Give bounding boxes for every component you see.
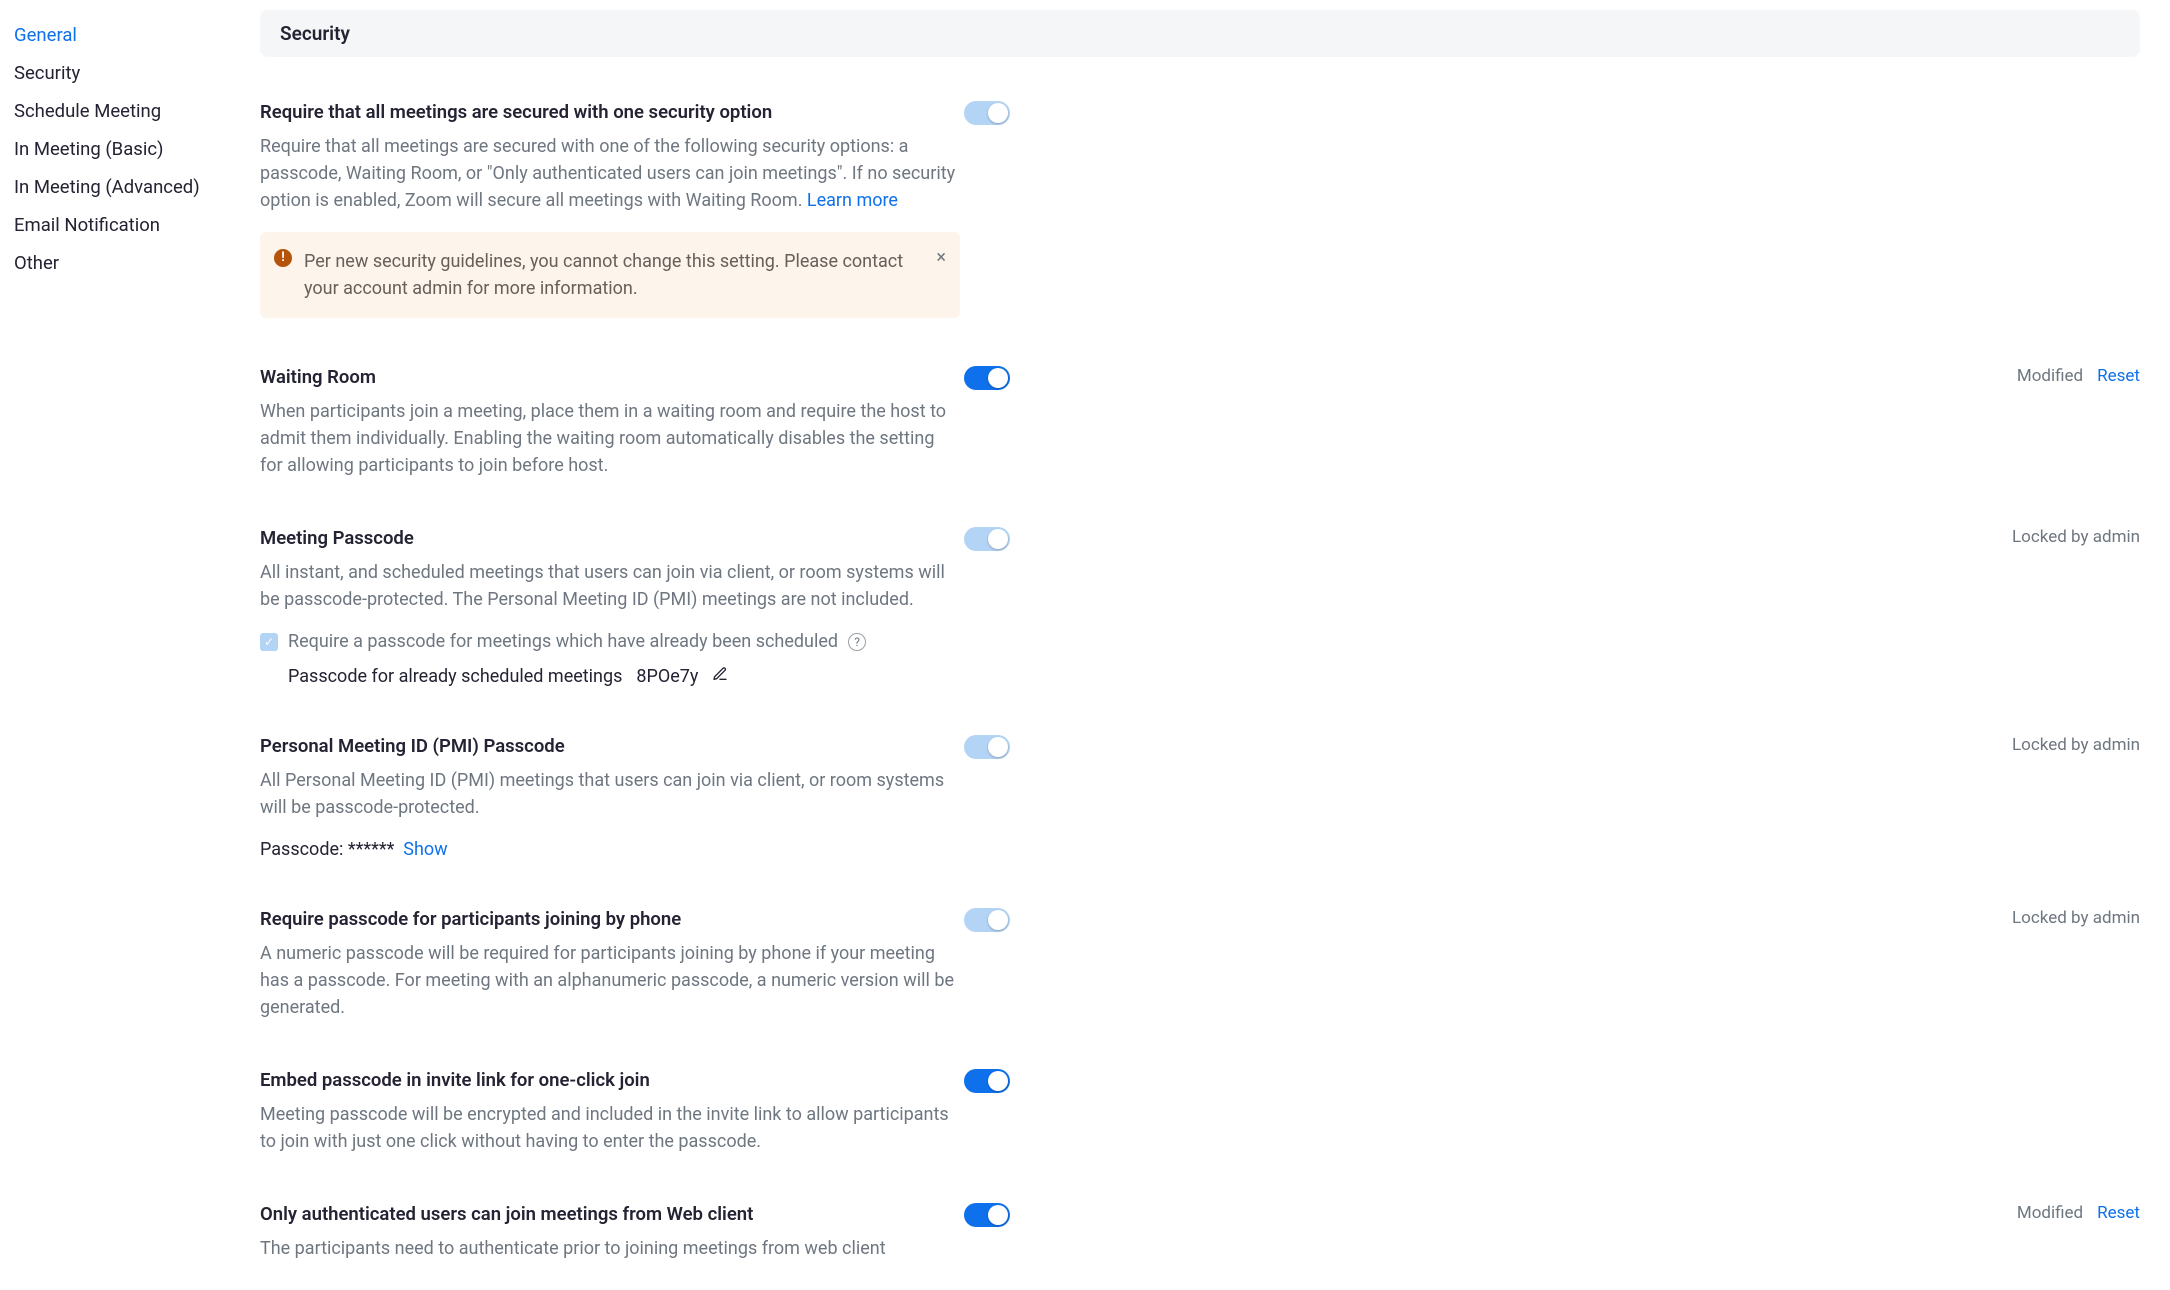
toggle-pmi-passcode: [964, 735, 1010, 759]
security-notice: ! Per new security guidelines, you canno…: [260, 232, 960, 318]
show-passcode-link[interactable]: Show: [403, 839, 447, 860]
learn-more-link[interactable]: Learn more: [807, 190, 898, 211]
setting-desc: When participants join a meeting, place …: [260, 398, 960, 479]
sidebar-item-security[interactable]: Security: [10, 54, 250, 92]
setting-auth-web: Only authenticated users can join meetin…: [260, 1183, 2140, 1290]
notice-text: Per new security guidelines, you cannot …: [304, 251, 903, 299]
toggle-waiting-room[interactable]: [964, 366, 1010, 390]
sidebar-item-email-notification[interactable]: Email Notification: [10, 206, 250, 244]
modified-label: Modified: [2017, 366, 2083, 386]
existing-passcode-value: 8POe7y: [636, 666, 698, 687]
sidebar-item-in-meeting-basic[interactable]: In Meeting (Basic): [10, 130, 250, 168]
reset-link[interactable]: Reset: [2097, 366, 2140, 386]
setting-desc: Meeting passcode will be encrypted and i…: [260, 1101, 960, 1155]
checkbox-icon: ✓: [260, 633, 278, 651]
setting-desc: All instant, and scheduled meetings that…: [260, 559, 960, 613]
toggle-meeting-passcode: [964, 527, 1010, 551]
existing-passcode-label: Passcode for already scheduled meetings: [288, 666, 622, 687]
locked-label: Locked by admin: [2012, 527, 2140, 547]
setting-title: Waiting Room: [260, 366, 960, 388]
setting-title: Embed passcode in invite link for one-cl…: [260, 1069, 960, 1091]
setting-title: Only authenticated users can join meetin…: [260, 1203, 960, 1225]
sub-option-require-existing-passcode: ✓ Require a passcode for meetings which …: [260, 631, 960, 652]
modified-label: Modified: [2017, 1203, 2083, 1223]
setting-title: Require that all meetings are secured wi…: [260, 101, 960, 123]
setting-desc: The participants need to authenticate pr…: [260, 1235, 960, 1262]
sidebar-item-in-meeting-advanced[interactable]: In Meeting (Advanced): [10, 168, 250, 206]
setting-desc: Require that all meetings are secured wi…: [260, 133, 960, 214]
sidebar-item-schedule-meeting[interactable]: Schedule Meeting: [10, 92, 250, 130]
settings-main: Security Require that all meetings are s…: [260, 0, 2170, 1290]
warning-icon: !: [274, 249, 292, 267]
setting-desc: A numeric passcode will be required for …: [260, 940, 960, 1021]
pmi-passcode-masked: ******: [348, 839, 395, 860]
setting-meeting-passcode: Meeting Passcode All instant, and schedu…: [260, 507, 2140, 715]
sub-option-label: Require a passcode for meetings which ha…: [288, 631, 838, 652]
setting-title: Meeting Passcode: [260, 527, 960, 549]
toggle-phone-passcode: [964, 908, 1010, 932]
pmi-passcode-label: Passcode:: [260, 839, 348, 860]
setting-embed-passcode: Embed passcode in invite link for one-cl…: [260, 1049, 2140, 1183]
setting-require-security: Require that all meetings are secured wi…: [260, 81, 2140, 346]
setting-desc: All Personal Meeting ID (PMI) meetings t…: [260, 767, 960, 821]
sidebar-item-other[interactable]: Other: [10, 244, 250, 282]
existing-passcode-row: Passcode for already scheduled meetings …: [260, 666, 960, 687]
setting-phone-passcode: Require passcode for participants joinin…: [260, 888, 2140, 1049]
toggle-require-security: [964, 101, 1010, 125]
section-header-security: Security: [260, 10, 2140, 57]
edit-icon[interactable]: [712, 666, 728, 687]
setting-waiting-room: Waiting Room When participants join a me…: [260, 346, 2140, 507]
reset-link[interactable]: Reset: [2097, 1203, 2140, 1223]
sidebar-item-general[interactable]: General: [10, 16, 250, 54]
toggle-auth-web[interactable]: [964, 1203, 1010, 1227]
setting-pmi-passcode: Personal Meeting ID (PMI) Passcode All P…: [260, 715, 2140, 888]
close-icon[interactable]: ×: [936, 244, 946, 271]
toggle-embed-passcode[interactable]: [964, 1069, 1010, 1093]
setting-title: Personal Meeting ID (PMI) Passcode: [260, 735, 960, 757]
help-icon[interactable]: ?: [848, 633, 866, 651]
setting-title: Require passcode for participants joinin…: [260, 908, 960, 930]
settings-sidebar: General Security Schedule Meeting In Mee…: [0, 0, 260, 1290]
pmi-passcode-row: Passcode: ****** Show: [260, 839, 960, 860]
locked-label: Locked by admin: [2012, 908, 2140, 928]
locked-label: Locked by admin: [2012, 735, 2140, 755]
